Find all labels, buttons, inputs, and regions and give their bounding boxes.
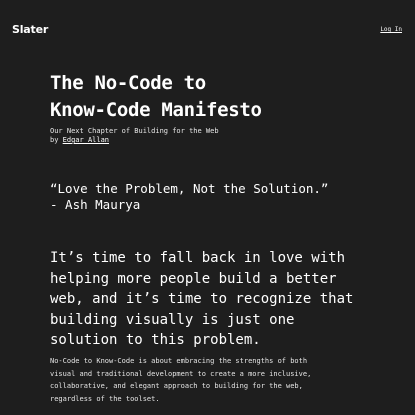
page-title: The No-Code to Know-Code Manifesto <box>50 70 400 124</box>
lead-line: solution to this problem. <box>50 332 261 348</box>
brand-logo[interactable]: Slater <box>12 23 48 36</box>
lead-line: web, and it’s time to recognize that <box>50 291 354 307</box>
lead-line: helping more people build a better <box>50 270 337 287</box>
pull-quote: “Love the Problem, Not the Solution.” - … <box>50 181 328 213</box>
login-link[interactable]: Log In <box>380 26 402 33</box>
body-line: No-Code to Know-Code is about embracing … <box>50 357 308 365</box>
page-title-line: The No-Code to <box>50 72 206 94</box>
quote-text: “Love the Problem, Not the Solution.” <box>50 181 329 196</box>
page: Slater Log In The No-Code to Know-Code M… <box>0 0 415 415</box>
body-line: visual and traditional development to cr… <box>50 369 312 378</box>
page-subtitle: Our Next Chapter of Building for the Web <box>50 127 219 135</box>
author-link[interactable]: Edgar Allan <box>63 136 109 144</box>
body-line: regardless of the toolset. <box>50 394 160 403</box>
lead-line: It’s time to fall back in love with <box>50 250 346 266</box>
byline-prefix: by <box>50 136 63 144</box>
lead-line: building visually is just one <box>50 311 295 328</box>
quote-attribution: - Ash Maurya <box>50 197 141 212</box>
lead-paragraph: It’s time to fall back in love with help… <box>50 248 353 351</box>
byline: by Edgar Allan <box>50 136 109 145</box>
page-title-line: Know-Code Manifesto <box>50 99 262 121</box>
body-paragraph: No-Code to Know-Code is about embracing … <box>50 355 311 405</box>
body-line: collaborative, and elegant approach to b… <box>50 382 303 390</box>
